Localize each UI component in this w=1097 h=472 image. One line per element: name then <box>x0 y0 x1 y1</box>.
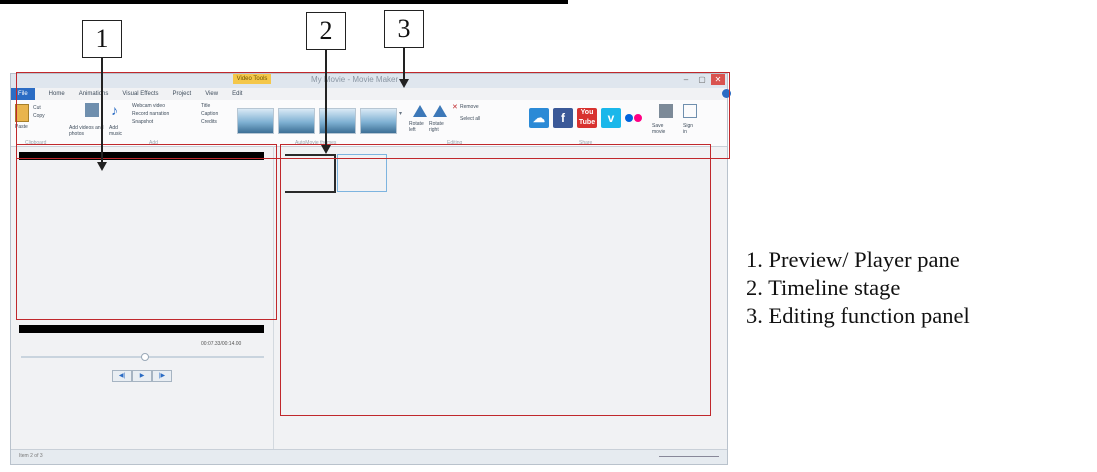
legend-item-preview: 1. Preview/ Player pane <box>746 247 960 272</box>
callout-arrowhead <box>97 162 107 171</box>
next-frame-icon[interactable]: |▶ <box>152 370 172 382</box>
player-seek-bar[interactable] <box>19 325 264 333</box>
legend: 1. Preview/ Player pane 2. Timeline stag… <box>746 246 970 330</box>
previous-frame-icon[interactable]: ◀| <box>112 370 132 382</box>
playback-controls: ◀| ▶ |▶ <box>112 370 172 382</box>
callout-leader-line <box>101 58 103 164</box>
callout-number: 3 <box>384 10 424 48</box>
timeline-highlight <box>280 144 711 416</box>
callout-number: 1 <box>82 20 122 58</box>
zoom-slider[interactable] <box>659 456 719 457</box>
status-item-count: Item 2 of 3 <box>19 453 43 459</box>
preview-pane-highlight <box>16 144 277 320</box>
callout-leader-line <box>403 48 405 81</box>
legend-item-editing: 3. Editing function panel <box>746 303 970 328</box>
callout-number: 2 <box>306 12 346 50</box>
header-rule <box>0 0 568 4</box>
status-bar: Item 2 of 3 <box>11 449 727 464</box>
player-time: 00:07.33/00:14.00 <box>201 341 242 347</box>
callout-arrowhead <box>321 145 331 154</box>
callout-leader-line <box>325 50 327 147</box>
seek-knob[interactable] <box>141 353 149 361</box>
play-icon[interactable]: ▶ <box>132 370 152 382</box>
legend-item-timeline: 2. Timeline stage <box>746 275 901 300</box>
callout-arrowhead <box>399 79 409 88</box>
